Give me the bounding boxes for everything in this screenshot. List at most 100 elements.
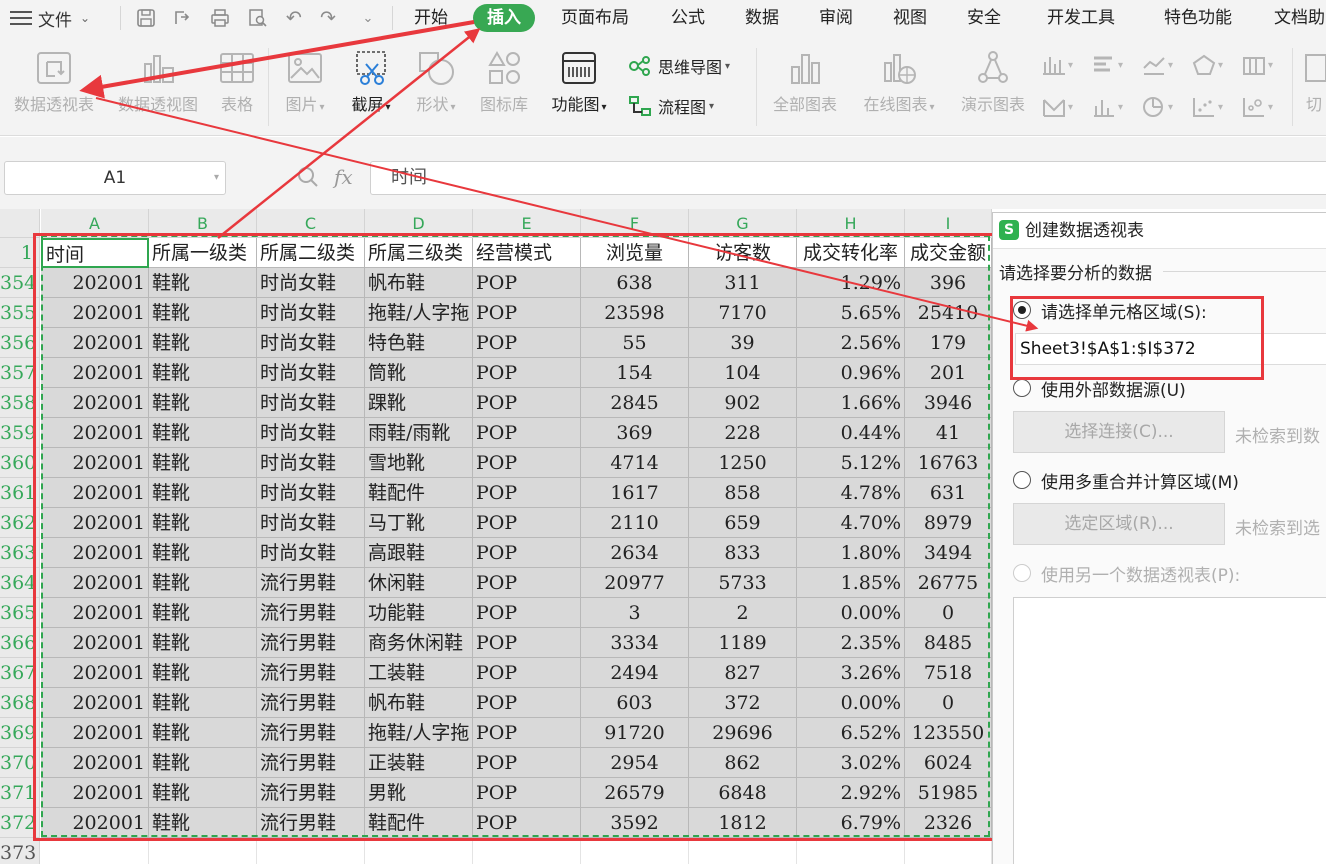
table-cell[interactable]: 1.29%	[797, 268, 905, 298]
table-cell[interactable]: 流行男鞋	[257, 598, 365, 628]
table-cell[interactable]: 202001	[41, 298, 149, 328]
table-cell[interactable]: POP	[473, 598, 581, 628]
table-cell[interactable]: POP	[473, 358, 581, 388]
pivot-table-button[interactable]: 数据透视表	[8, 46, 100, 116]
formula-input[interactable]: 时间	[370, 161, 1326, 195]
table-cell[interactable]: 正装鞋	[365, 748, 473, 778]
table-cell[interactable]: 时尚女鞋	[257, 328, 365, 358]
name-box[interactable]: A1 ▾	[4, 161, 226, 195]
table-cell[interactable]: 4.70%	[797, 508, 905, 538]
table-cell[interactable]: 1.66%	[797, 388, 905, 418]
table-cell[interactable]: 638	[581, 268, 689, 298]
select-connection-button[interactable]: 选择连接(C)...	[1013, 411, 1225, 453]
table-cell[interactable]: 鞋靴	[149, 298, 257, 328]
table-cell[interactable]: 马丁靴	[365, 508, 473, 538]
table-cell[interactable]: 154	[581, 358, 689, 388]
table-cell[interactable]: POP	[473, 718, 581, 748]
row-header[interactable]: 369	[0, 718, 40, 748]
column-header-a[interactable]: A	[41, 209, 149, 238]
row-header[interactable]: 357	[0, 358, 40, 388]
table-cell[interactable]: 104	[689, 358, 797, 388]
bar-chart-horizontal-icon[interactable]: ▾	[1092, 50, 1136, 80]
table-cell[interactable]: POP	[473, 298, 581, 328]
redo-icon[interactable]: ↷	[314, 4, 342, 32]
table-cell[interactable]: 鞋靴	[149, 358, 257, 388]
table-cell[interactable]: 202001	[41, 388, 149, 418]
table-cell[interactable]: 3334	[581, 628, 689, 658]
table-cell[interactable]: 202001	[41, 268, 149, 298]
table-cell[interactable]: 2494	[581, 658, 689, 688]
tab-view[interactable]: 视图	[893, 4, 927, 32]
table-cell[interactable]: 功能鞋	[365, 598, 473, 628]
radio-multiple-consolidation-label[interactable]: 使用多重合并计算区域(M)	[1041, 468, 1239, 493]
table-cell[interactable]: 202001	[41, 568, 149, 598]
table-cell[interactable]	[365, 838, 473, 864]
table-cell[interactable]: 862	[689, 748, 797, 778]
row-header[interactable]: 1	[0, 238, 40, 268]
table-cell[interactable]: 311	[689, 268, 797, 298]
table-cell[interactable]: 鞋靴	[149, 748, 257, 778]
table-cell[interactable]: 369	[581, 418, 689, 448]
table-cell[interactable]: 拖鞋/人字拖	[365, 718, 473, 748]
row-header[interactable]: 356	[0, 328, 40, 358]
table-cell[interactable]: POP	[473, 418, 581, 448]
table-cell[interactable]: 流行男鞋	[257, 688, 365, 718]
customize-toolbar-icon[interactable]: ⌄	[354, 4, 382, 32]
table-cell[interactable]: POP	[473, 688, 581, 718]
save-icon[interactable]	[132, 4, 160, 32]
tab-data[interactable]: 数据	[745, 4, 779, 32]
table-cell[interactable]	[257, 838, 365, 864]
radio-external-source[interactable]	[1013, 379, 1031, 397]
area-chart-icon[interactable]: ▾	[1042, 92, 1086, 122]
table-cell[interactable]: 26775	[905, 568, 992, 598]
range-input[interactable]: Sheet3!$A$1:$I$372	[1015, 333, 1326, 365]
table-cell[interactable]: 202001	[41, 658, 149, 688]
table-cell[interactable]: 55	[581, 328, 689, 358]
table-cell[interactable]: 6.52%	[797, 718, 905, 748]
header-cell[interactable]: 所属三级类	[365, 238, 473, 268]
column-header-i[interactable]: I	[905, 209, 992, 238]
export-icon[interactable]	[168, 4, 196, 32]
tab-review[interactable]: 审阅	[819, 4, 853, 32]
table-cell[interactable]: POP	[473, 568, 581, 598]
tab-special-features[interactable]: 特色功能	[1164, 4, 1232, 32]
table-cell[interactable]: 6.79%	[797, 808, 905, 838]
table-cell[interactable]: 1617	[581, 478, 689, 508]
table-cell[interactable]: 123550	[905, 718, 992, 748]
table-cell[interactable]: POP	[473, 538, 581, 568]
row-header[interactable]: 372	[0, 808, 40, 838]
all-charts-button[interactable]: 全部图表	[766, 46, 844, 116]
table-cell[interactable]: 202001	[41, 418, 149, 448]
table-cell[interactable]: 0.00%	[797, 598, 905, 628]
column-header-f[interactable]: F	[581, 209, 689, 238]
row-header[interactable]: 365	[0, 598, 40, 628]
table-cell[interactable]: 流行男鞋	[257, 568, 365, 598]
table-cell[interactable]: 202001	[41, 688, 149, 718]
pivot-table-list[interactable]	[1013, 597, 1326, 864]
table-cell[interactable]: 时尚女鞋	[257, 508, 365, 538]
table-cell[interactable]: 鞋靴	[149, 658, 257, 688]
table-cell[interactable]: 202001	[41, 358, 149, 388]
header-cell[interactable]: 所属二级类	[257, 238, 365, 268]
table-cell[interactable]: 鞋靴	[149, 478, 257, 508]
table-cell[interactable]	[581, 838, 689, 864]
table-cell[interactable]: 827	[689, 658, 797, 688]
table-cell[interactable]: 高跟鞋	[365, 538, 473, 568]
table-cell[interactable]: 鞋靴	[149, 328, 257, 358]
shape-button[interactable]: 形状 ▾	[410, 46, 462, 119]
table-cell[interactable]: 鞋靴	[149, 448, 257, 478]
icon-library-button[interactable]: 图标库	[476, 46, 532, 116]
table-cell[interactable]: 踝靴	[365, 388, 473, 418]
row-header[interactable]: 362	[0, 508, 40, 538]
table-cell[interactable]: 39	[689, 328, 797, 358]
tab-developer[interactable]: 开发工具	[1047, 4, 1115, 32]
column-chart-icon[interactable]: ▾	[1042, 50, 1086, 80]
print-preview-icon[interactable]	[244, 4, 272, 32]
radio-another-pivot[interactable]	[1013, 564, 1031, 582]
table-cell[interactable]	[689, 838, 797, 864]
table-cell[interactable]: 流行男鞋	[257, 658, 365, 688]
table-cell[interactable]: 4.78%	[797, 478, 905, 508]
table-cell[interactable]: 鞋配件	[365, 478, 473, 508]
table-cell[interactable]: 鞋靴	[149, 508, 257, 538]
table-cell[interactable]: 202001	[41, 778, 149, 808]
